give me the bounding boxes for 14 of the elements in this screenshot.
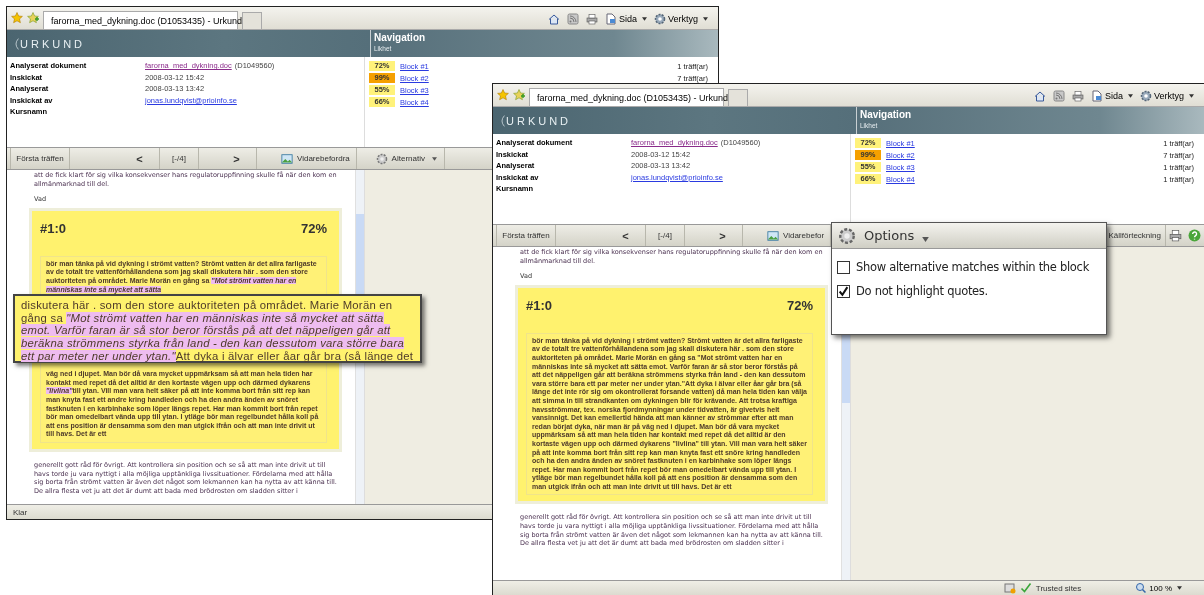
hit-counter: [-/4] [160, 148, 199, 169]
match-id: #1:0 [40, 220, 67, 236]
logo: URKUND [506, 114, 572, 127]
match-id: #1:0 [526, 297, 553, 313]
navigation-title: Navigation [374, 32, 427, 43]
option-label: Do not highlight quotes. [856, 284, 988, 298]
navigation-title: Navigation [860, 109, 913, 120]
match-percent: 72% [300, 220, 327, 236]
match-percent: 72% [786, 297, 813, 313]
options-title: Options [864, 228, 915, 243]
hit-counter: [-/4] [646, 225, 685, 246]
logo: URKUND [20, 37, 86, 50]
option-label: Show alternative matches within the block [856, 260, 1089, 274]
status-text: Klar [13, 507, 28, 517]
